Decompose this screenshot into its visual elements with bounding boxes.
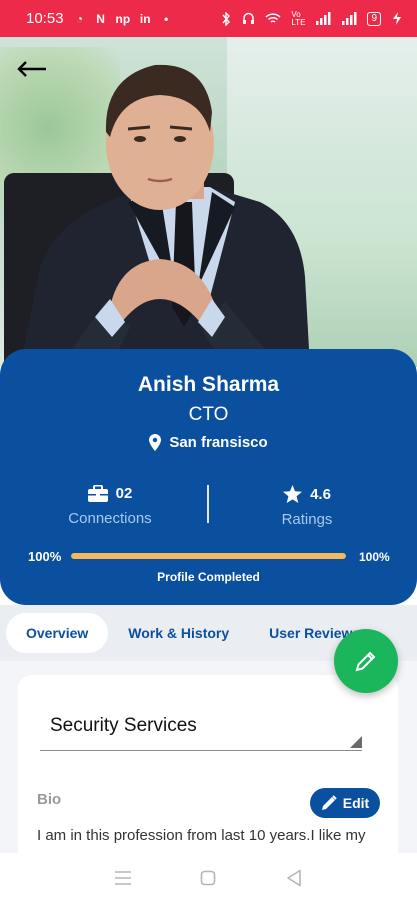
system-navigation-bar	[0, 853, 417, 903]
pencil-icon	[355, 651, 376, 672]
home-button[interactable]	[188, 858, 228, 898]
profile-progress-fill	[71, 553, 346, 559]
ratings-stat[interactable]: 4.6 Ratings	[207, 485, 407, 528]
linkedin-icon: in	[139, 11, 151, 26]
profile-progress-bar	[71, 553, 346, 559]
system-icons: Vo LTE 9	[220, 9, 403, 27]
ratings-value: 4.6	[310, 485, 331, 503]
volte-icon: Vo LTE	[291, 9, 306, 27]
connections-label: Connections	[68, 510, 152, 527]
profile-card: Anish Sharma CTO San fransisco 02 Connec…	[0, 349, 417, 605]
np-icon: np	[115, 11, 131, 26]
dot-icon: •	[164, 11, 169, 26]
menu-icon	[114, 871, 131, 885]
dropdown-arrow-icon	[350, 736, 362, 748]
wifi-icon	[265, 12, 281, 26]
profile-photo	[0, 37, 417, 367]
ratings-label: Ratings	[281, 511, 333, 528]
progress-percent-left: 100%	[28, 549, 62, 564]
bio-label: Bio	[37, 791, 62, 808]
home-square-icon	[201, 870, 216, 886]
profile-location: San fransisco	[0, 434, 417, 451]
tab-work-history[interactable]: Work & History	[108, 613, 249, 653]
headphones-icon	[242, 12, 255, 26]
arrow-left-icon	[17, 61, 46, 77]
star-icon	[283, 485, 303, 503]
service-select-value: Security Services	[50, 715, 197, 736]
overview-card: Security Services Bio Edit I am in this …	[18, 675, 398, 870]
progress-percent-right: 100%	[359, 550, 390, 564]
connections-value: 02	[115, 485, 133, 502]
edit-bio-button[interactable]: Edit	[310, 788, 380, 818]
back-nav-button[interactable]	[274, 858, 314, 898]
charging-icon	[391, 12, 403, 26]
status-time: 10:53	[26, 10, 64, 27]
back-button[interactable]	[14, 54, 50, 84]
signal-icon	[341, 12, 357, 26]
location-pin-icon	[149, 434, 162, 451]
status-bar: 10:53 ◔ N np in • Vo LTE 9	[0, 0, 417, 37]
battery-icon: 9	[367, 11, 381, 26]
pencil-icon	[321, 795, 337, 810]
briefcase-icon	[87, 485, 108, 502]
tab-overview[interactable]: Overview	[6, 613, 109, 653]
service-select[interactable]: Security Services	[40, 711, 362, 751]
edit-bio-label: Edit	[342, 795, 370, 811]
notification-icons: ◔ N np in •	[74, 12, 173, 26]
recent-apps-button[interactable]	[103, 858, 143, 898]
back-triangle-icon	[287, 869, 301, 887]
location-text: San fransisco	[169, 434, 268, 451]
person-illustration	[20, 64, 310, 367]
progress-caption: Profile Completed	[157, 570, 260, 584]
profile-title: CTO	[188, 404, 229, 425]
edit-profile-fab[interactable]	[334, 629, 398, 693]
bluetooth-icon	[220, 11, 232, 26]
notion-icon: N	[96, 11, 105, 26]
signal-icon	[315, 12, 331, 26]
profile-name: Anish Sharma	[137, 373, 280, 396]
connections-stat[interactable]: 02 Connections	[10, 485, 210, 527]
whatsapp-icon: ◔	[75, 11, 84, 26]
